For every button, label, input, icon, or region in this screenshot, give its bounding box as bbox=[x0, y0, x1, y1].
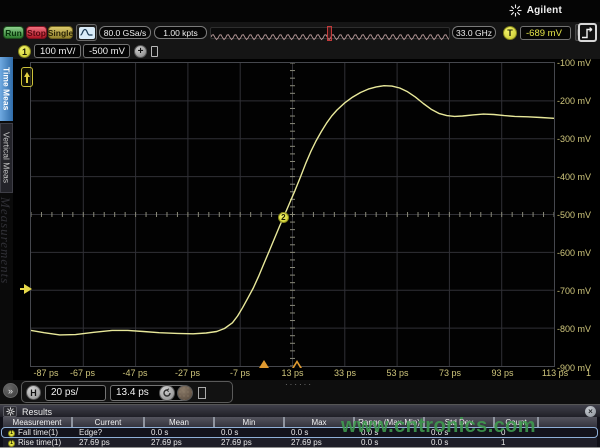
bandwidth-readout[interactable]: 33.0 GHz bbox=[452, 26, 496, 39]
results-column-header[interactable] bbox=[537, 417, 597, 428]
trigger-level-field[interactable]: -689 mV bbox=[520, 26, 571, 40]
trigger-edge-icon bbox=[581, 26, 595, 40]
results-column-header[interactable]: Min bbox=[213, 417, 283, 428]
measurement-channel-badge: 1 bbox=[8, 440, 15, 447]
memory-depth-readout[interactable]: 1.00 kpts bbox=[154, 26, 207, 39]
x-axis-label: -7 ps bbox=[218, 368, 262, 378]
y-axis-label: -600 mV bbox=[557, 248, 591, 258]
measurement-value-cell: 0.0 s bbox=[213, 428, 283, 438]
timebase-scale-field[interactable]: 20 ps/ bbox=[45, 385, 106, 401]
measurement-value-cell: 0.0 s bbox=[143, 428, 213, 438]
agilent-starburst-icon bbox=[509, 4, 522, 17]
add-channel-button[interactable]: + bbox=[134, 45, 147, 58]
y-axis-label: -400 mV bbox=[557, 172, 591, 182]
x-axis-label: -27 ps bbox=[166, 368, 210, 378]
x-axis-label: -67 ps bbox=[61, 368, 105, 378]
autoscale-button[interactable] bbox=[76, 24, 97, 41]
panel-toggle-icon[interactable] bbox=[198, 387, 206, 399]
y-axis-label: -100 mV bbox=[557, 58, 591, 68]
measurement-channel-badge: 1 bbox=[8, 430, 15, 437]
corner-channel-indicator: 1 bbox=[586, 368, 591, 378]
expand-dock-button[interactable]: » bbox=[3, 383, 18, 398]
x-axis-label: 33 ps bbox=[323, 368, 367, 378]
y-axis-label: -200 mV bbox=[557, 96, 591, 106]
channel1-scale-field[interactable]: 100 mV/ bbox=[34, 44, 81, 58]
x-axis-label: 93 ps bbox=[481, 368, 525, 378]
measurement-name: Fall time(1) bbox=[18, 428, 58, 438]
y-axis-label: -800 mV bbox=[557, 324, 591, 334]
y-axis-label: -300 mV bbox=[557, 134, 591, 144]
waveform-marker-2[interactable]: 2 bbox=[278, 212, 289, 223]
waveform-plot bbox=[31, 63, 554, 366]
trigger-level-marker[interactable] bbox=[24, 284, 32, 294]
gear-icon bbox=[6, 407, 15, 416]
results-column-header[interactable]: Measurement bbox=[3, 417, 71, 428]
waveform-display[interactable]: 2 bbox=[30, 62, 555, 367]
sample-rate-readout[interactable]: 80.0 GSa/s bbox=[99, 26, 151, 39]
toolbar: Run Stop Single 80.0 GSa/s 1.00 kpts 33.… bbox=[0, 22, 600, 60]
circular-arrow-icon bbox=[162, 388, 172, 398]
results-title: Results bbox=[22, 407, 52, 417]
horizontal-bar: » H 20 ps/ 13.4 ps ······ bbox=[0, 380, 600, 404]
results-settings-button[interactable] bbox=[3, 406, 17, 417]
autoscale-waveform-icon bbox=[79, 27, 95, 39]
x-axis-label: 73 ps bbox=[428, 368, 472, 378]
measurement-value-cell bbox=[537, 428, 597, 438]
results-column-header[interactable]: Current bbox=[71, 417, 143, 428]
timebase-group: H 20 ps/ 13.4 ps bbox=[21, 381, 233, 403]
brand-logo: Agilent bbox=[509, 4, 562, 17]
run-button[interactable]: Run bbox=[3, 26, 24, 39]
measurement-value-cell: Edge? bbox=[71, 428, 143, 438]
probe-config-icon[interactable] bbox=[151, 46, 158, 57]
trigger-setup-button[interactable] bbox=[578, 23, 597, 42]
y-axis-labels: -100 mV-200 mV-300 mV-400 mV-500 mV-600 … bbox=[557, 62, 600, 367]
channel1-offset-field[interactable]: -500 mV bbox=[83, 44, 130, 58]
title-strip: Agilent bbox=[0, 0, 600, 22]
measurements-watermark: Measurements bbox=[0, 197, 13, 387]
sidebar: Time Meas Vertical Meas Measurements bbox=[0, 57, 13, 380]
splitter-handle[interactable]: ······ bbox=[285, 380, 313, 389]
oscilloscope-screen: Agilent Run Stop Single 80.0 GSa/s 1.00 … bbox=[0, 0, 600, 448]
x-axis-label: -47 ps bbox=[113, 368, 157, 378]
horizontal-badge[interactable]: H bbox=[26, 385, 41, 400]
measurement-name-cell[interactable]: 1Fall time(1) bbox=[3, 428, 71, 438]
single-button[interactable]: Single bbox=[48, 26, 73, 39]
x-axis-label: 113 ps bbox=[533, 368, 577, 378]
touch-knob-button[interactable] bbox=[177, 385, 193, 401]
stop-button[interactable]: Stop bbox=[26, 26, 47, 39]
results-column-header[interactable]: Mean bbox=[143, 417, 213, 428]
trigger-badge[interactable]: T bbox=[503, 26, 517, 40]
brand-name: Agilent bbox=[527, 5, 562, 16]
tab-vertical-meas[interactable]: Vertical Meas bbox=[0, 123, 13, 193]
x-axis-label: 53 ps bbox=[376, 368, 420, 378]
site-watermark: www.cntronics.com bbox=[341, 415, 536, 438]
tab-time-meas[interactable]: Time Meas bbox=[0, 57, 13, 121]
x-axis-label: 13 ps bbox=[271, 368, 315, 378]
channel1-badge[interactable]: 1 bbox=[18, 45, 31, 58]
x-axis-labels: 1 -87 ps-67 ps-47 ps-27 ps-7 ps13 ps33 p… bbox=[0, 367, 600, 380]
zoom-mode-button[interactable] bbox=[159, 385, 175, 401]
results-close-button[interactable]: × bbox=[585, 406, 596, 417]
channel1-clipped-ground-marker bbox=[21, 67, 33, 87]
y-axis-label: -500 mV bbox=[557, 210, 591, 220]
y-axis-label: -700 mV bbox=[557, 286, 591, 296]
preview-position-marker[interactable] bbox=[327, 26, 332, 41]
acquisition-preview-strip[interactable] bbox=[210, 27, 450, 39]
